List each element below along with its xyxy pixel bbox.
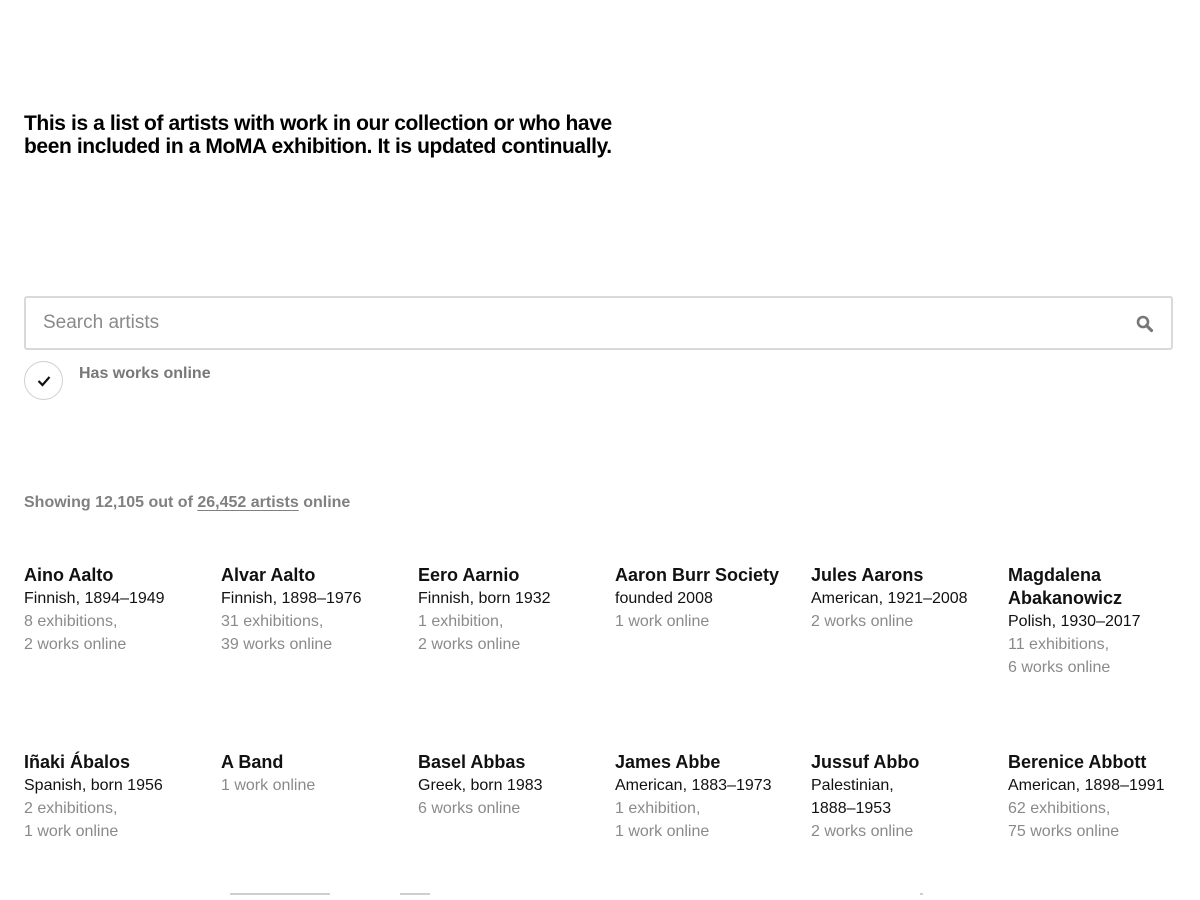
artist-bio: Finnish, 1894–1949: [24, 590, 165, 607]
artist-exhibitions: 8 exhibitions,: [24, 613, 118, 630]
artist-works-online: 1 work online: [615, 823, 710, 840]
artist-bio: American, 1921–2008: [811, 590, 968, 607]
artist-works-online: 1 work online: [221, 777, 316, 794]
artist-card[interactable]: Aino Aalto Finnish, 1894–1949 8 exhibition…: [24, 564, 199, 656]
artist-bio: American, 1883–1973: [615, 777, 772, 794]
artist-bio: Polish, 1930–2017: [1008, 613, 1141, 630]
artist-bio: Greek, born 1983: [418, 777, 543, 794]
artist-card[interactable]: Berenice Abbott American, 1898–1991 62 exh…: [1008, 751, 1183, 843]
artist-bio: Finnish, born 1932: [418, 590, 551, 607]
results-suffix: online: [303, 494, 351, 511]
artist-name[interactable]: A Band: [221, 751, 396, 774]
artist-bio: founded 2008: [615, 590, 713, 607]
artist-name[interactable]: Iñaki Ábalos: [24, 751, 199, 774]
search-box: [24, 296, 1173, 350]
has-works-online-checkbox[interactable]: [24, 361, 63, 400]
artist-card[interactable]: A Band 1 work online: [221, 751, 396, 797]
all-artists-link[interactable]: 26,452 artists: [197, 494, 298, 511]
artist-works-online: 2 works online: [811, 823, 914, 840]
artist-bio: 1888–1953: [811, 800, 892, 817]
intro-line-2: been included in a MoMA exhibition. It i…: [24, 135, 612, 158]
next-row-partial: [0, 893, 1200, 900]
artist-works-online: 1 work online: [24, 823, 119, 840]
artist-works-online: 39 works online: [221, 636, 333, 653]
artist-name[interactable]: James Abbe: [615, 751, 790, 774]
artist-works-online: 1 work online: [615, 613, 710, 630]
artist-card[interactable]: Jules Aarons American, 1921–2008 2 works o…: [811, 564, 986, 633]
results-prefix: Showing 12,105 out of: [24, 494, 193, 511]
has-works-online-filter[interactable]: Has works online: [24, 361, 211, 401]
artist-exhibitions: 1 exhibition,: [418, 613, 504, 630]
artist-name[interactable]: Eero Aarnio: [418, 564, 593, 587]
artist-card[interactable]: James Abbe American, 1883–1973 1 exhibitio…: [615, 751, 790, 843]
artist-works-online: 2 works online: [418, 636, 521, 653]
artist-exhibitions: 31 exhibitions,: [221, 613, 324, 630]
artist-works-online: 75 works online: [1008, 823, 1120, 840]
artist-bio: Spanish, born 1956: [24, 777, 163, 794]
results-count: Showing 12,105 out of 26,452 artists onl…: [24, 494, 350, 512]
intro-text: This is a list of artists with work in o…: [24, 112, 684, 158]
checkmark-icon: [37, 375, 50, 387]
artist-card[interactable]: Jussuf Abbo Palestinian, 1888–1953 2 works …: [811, 751, 986, 843]
artist-works-online: 6 works online: [418, 800, 521, 817]
artist-exhibitions: 2 exhibitions,: [24, 800, 118, 817]
artist-name[interactable]: Magdalena Abakanowicz: [1008, 564, 1183, 610]
artist-card[interactable]: Magdalena Abakanowicz Polish, 1930–2017 11…: [1008, 564, 1183, 679]
artist-name[interactable]: Jules Aarons: [811, 564, 986, 587]
artist-name[interactable]: Aaron Burr Society: [615, 564, 790, 587]
artist-card[interactable]: Eero Aarnio Finnish, born 1932 1 exhibitio…: [418, 564, 593, 656]
artist-works-online: 6 works online: [1008, 659, 1111, 676]
artist-bio: Finnish, 1898–1976: [221, 590, 362, 607]
search-icon[interactable]: [1135, 314, 1155, 334]
artist-card[interactable]: Alvar Aalto Finnish, 1898–1976 31 exhibiti…: [221, 564, 396, 656]
search-input[interactable]: [26, 298, 1171, 348]
artist-name[interactable]: Alvar Aalto: [221, 564, 396, 587]
artist-bio: Palestinian,: [811, 777, 894, 794]
artist-name[interactable]: Berenice Abbott: [1008, 751, 1183, 774]
artist-works-online: 2 works online: [24, 636, 127, 653]
artist-exhibitions: 11 exhibitions,: [1008, 636, 1110, 653]
artist-card[interactable]: Basel Abbas Greek, born 1983 6 works onlin…: [418, 751, 593, 820]
intro-line-1: This is a list of artists with work in o…: [24, 112, 612, 135]
artist-exhibitions: 62 exhibitions,: [1008, 800, 1111, 817]
artist-name[interactable]: Jussuf Abbo: [811, 751, 986, 774]
artist-name[interactable]: Basel Abbas: [418, 751, 593, 774]
artist-works-online: 2 works online: [811, 613, 914, 630]
artist-card[interactable]: Iñaki Ábalos Spanish, born 1956 2 exhibiti…: [24, 751, 199, 843]
artist-bio: American, 1898–1991: [1008, 777, 1165, 794]
filter-label: Has works online: [79, 365, 211, 382]
artist-exhibitions: 1 exhibition,: [615, 800, 701, 817]
artist-name[interactable]: Aino Aalto: [24, 564, 199, 587]
artist-card[interactable]: Aaron Burr Society founded 2008 1 work onl…: [615, 564, 790, 633]
